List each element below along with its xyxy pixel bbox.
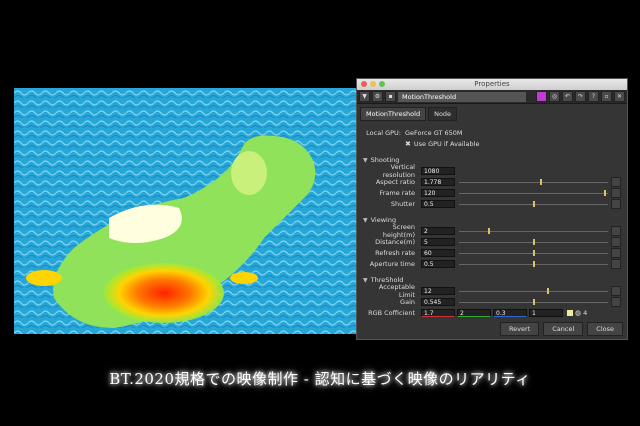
- toolbar: ▼ ⚙ ▪ MotionThreshold ◎ ↶ ↷ ? ▫ ✕: [357, 90, 627, 104]
- tab-node[interactable]: Node: [428, 107, 458, 121]
- aspect-slider[interactable]: [459, 178, 608, 186]
- fps-label: Frame rate: [379, 188, 415, 197]
- animation-icon[interactable]: [611, 187, 621, 198]
- aspect-input[interactable]: 1.778: [421, 177, 455, 186]
- window-title: Properties: [474, 80, 510, 88]
- aspect-label: Aspect ratio: [375, 177, 415, 186]
- animation-icon[interactable]: [611, 198, 621, 209]
- color-wheel-icon[interactable]: ◍: [575, 309, 581, 317]
- aperture-input[interactable]: 0.5: [421, 259, 455, 268]
- gpu-checkbox[interactable]: ✖: [405, 140, 411, 148]
- animation-icon[interactable]: [611, 236, 621, 247]
- animation-icon[interactable]: [611, 258, 621, 269]
- close-button[interactable]: Close: [587, 322, 623, 336]
- screen-slider[interactable]: [459, 227, 608, 235]
- distance-slider[interactable]: [459, 238, 608, 246]
- gain-input[interactable]: 0.545: [421, 297, 455, 306]
- aperture-slider[interactable]: [459, 260, 608, 268]
- screen-input[interactable]: 2: [421, 226, 455, 235]
- animation-icon[interactable]: [611, 247, 621, 258]
- page-caption: BT.2020規格での映像制作 - 認知に基づく映像のリアリティ: [109, 370, 531, 388]
- refresh-slider[interactable]: [459, 249, 608, 257]
- redo-icon[interactable]: ↷: [575, 91, 586, 102]
- target-icon[interactable]: ◎: [549, 91, 560, 102]
- animation-icon[interactable]: [611, 285, 621, 296]
- rgb-b-input[interactable]: 0.3: [493, 308, 527, 317]
- fps-slider[interactable]: [459, 189, 608, 197]
- color-swatch-icon[interactable]: [536, 91, 547, 102]
- properties-panel: Local GPU: GeForce GT 650M ✖ Use GPU if …: [357, 121, 627, 322]
- accept-label: Acceptable Limit: [378, 282, 415, 299]
- undo-icon[interactable]: ↶: [562, 91, 573, 102]
- animation-icon[interactable]: [611, 225, 621, 236]
- animation-icon[interactable]: [611, 296, 621, 307]
- cancel-button[interactable]: Cancel: [543, 322, 584, 336]
- gain-label: Gain: [400, 297, 415, 306]
- animation-icon[interactable]: [611, 176, 621, 187]
- heatmap-photo: [14, 88, 356, 334]
- properties-window: Properties ▼ ⚙ ▪ MotionThreshold ◎ ↶ ↷ ?…: [356, 78, 628, 340]
- screen-label: Screen height(m): [382, 222, 415, 239]
- float-icon[interactable]: ▫: [601, 91, 612, 102]
- settings-icon[interactable]: ⚙: [372, 91, 383, 102]
- fps-input[interactable]: 120: [421, 188, 455, 197]
- button-bar: Revert Cancel Close: [499, 322, 623, 336]
- accept-slider[interactable]: [459, 287, 608, 295]
- node-icon[interactable]: ▼: [359, 91, 370, 102]
- rgb-g-input[interactable]: 2: [457, 308, 491, 317]
- refresh-input[interactable]: 60: [421, 248, 455, 257]
- rgb-label: RGB Cofficient: [368, 308, 415, 317]
- shutter-slider[interactable]: [459, 200, 608, 208]
- tab-motionthreshold[interactable]: MotionThreshold: [360, 107, 427, 121]
- accept-input[interactable]: 12: [421, 286, 455, 295]
- close-icon[interactable]: ✕: [614, 91, 625, 102]
- aperture-label: Aperture time: [369, 259, 415, 268]
- color-swatch-icon[interactable]: [567, 309, 573, 316]
- distance-input[interactable]: 5: [421, 237, 455, 246]
- revert-button[interactable]: Revert: [499, 322, 540, 336]
- camera-icon[interactable]: ▪: [385, 91, 396, 102]
- rgb-a-input[interactable]: 1: [529, 308, 563, 317]
- tab-bar: MotionThreshold Node: [357, 104, 627, 121]
- refresh-label: Refresh rate: [375, 248, 415, 257]
- gpu-checkbox-label: Use GPU if Available: [413, 139, 480, 148]
- help-icon[interactable]: ?: [588, 91, 599, 102]
- channel-count: 4: [583, 308, 588, 317]
- shutter-label: Shutter: [390, 199, 415, 208]
- vres-input[interactable]: 1080: [421, 166, 455, 175]
- vres-label: Vertical resolution: [382, 162, 415, 179]
- distance-label: Distance(m): [375, 237, 415, 246]
- node-name-field[interactable]: MotionThreshold: [398, 91, 526, 102]
- title-bar: Properties: [357, 79, 627, 90]
- gain-slider[interactable]: [459, 298, 608, 306]
- local-gpu-value: GeForce GT 650M: [405, 128, 463, 137]
- rgb-r-input[interactable]: 1.7: [421, 308, 455, 317]
- shutter-input[interactable]: 0.5: [421, 199, 455, 208]
- local-gpu-label: Local GPU:: [366, 128, 401, 137]
